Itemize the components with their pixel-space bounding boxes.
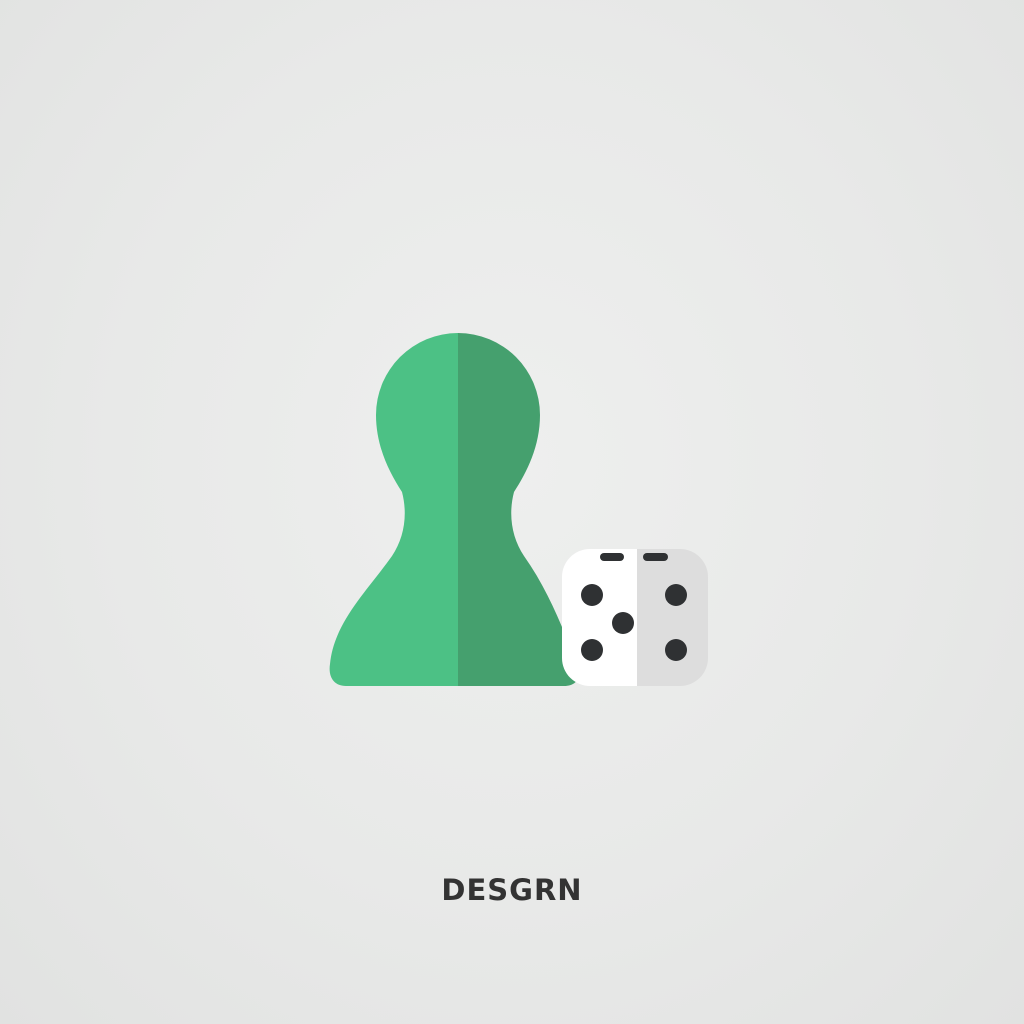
pawn-icon: [329, 333, 579, 686]
die-pip: [581, 584, 603, 606]
die-pip: [612, 612, 634, 634]
die-top-mark: [600, 553, 624, 561]
die-icon: [562, 549, 708, 686]
die-pip: [581, 639, 603, 661]
die-pip: [665, 639, 687, 661]
die-top-mark: [643, 553, 668, 561]
die-pip: [665, 584, 687, 606]
brand-name: DESGRN: [441, 873, 583, 907]
logo-canvas: DESGRN: [0, 0, 1024, 1024]
